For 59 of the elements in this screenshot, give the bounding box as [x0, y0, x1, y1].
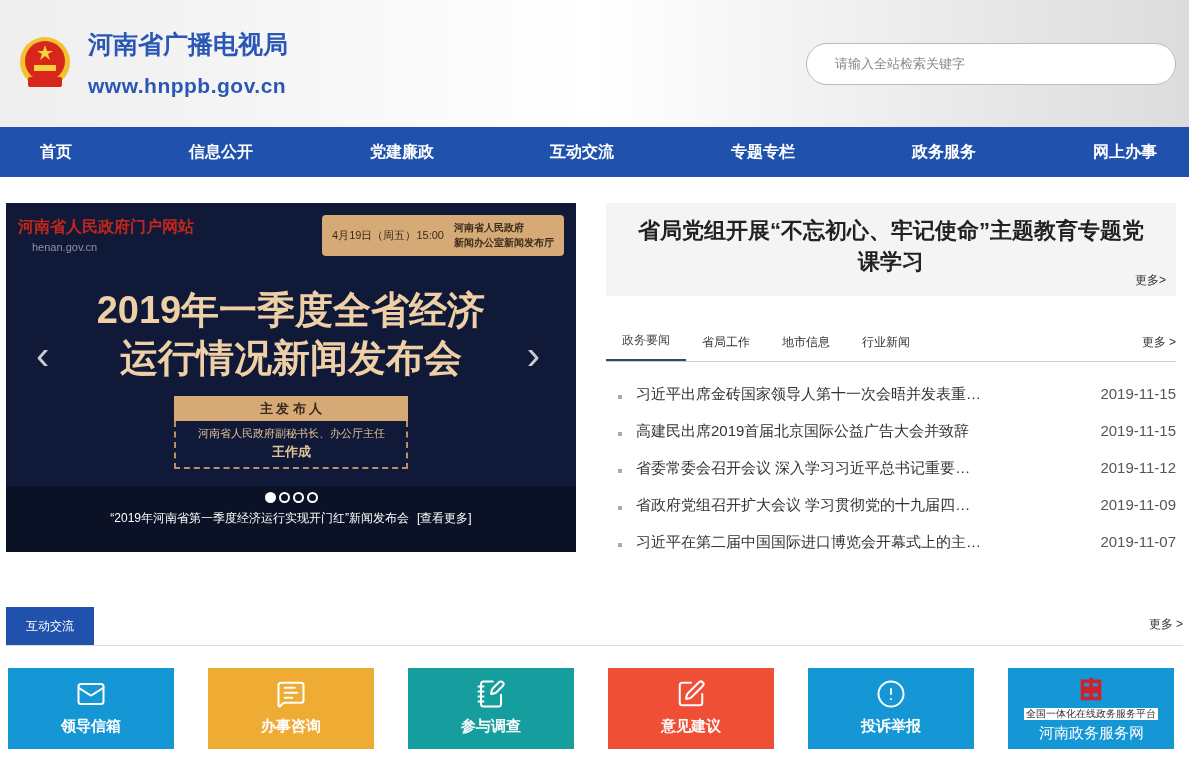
service-label: 领导信箱 [61, 716, 121, 737]
service-logo-icon [1079, 676, 1103, 702]
news-tab[interactable]: 行业新闻 [846, 333, 926, 361]
news-link[interactable]: 高建民出席2019首届北京国际公益广告大会并致辞 [636, 420, 970, 443]
news-tab[interactable]: 省局工作 [686, 333, 766, 361]
alert-icon [876, 679, 906, 710]
bullet-icon [618, 431, 622, 436]
news-link[interactable]: 省政府党组召开扩大会议 学习贯彻党的十九届四… [636, 494, 971, 517]
news-link[interactable]: 省委常委会召开会议 深入学习习近平总书记重要… [636, 457, 971, 480]
service-label: 投诉举报 [861, 716, 921, 737]
more-link[interactable]: 更多 > [1148, 615, 1183, 645]
nav-tab[interactable]: 网上办事 [1090, 140, 1159, 164]
more-link[interactable]: 更多 > [1141, 333, 1176, 361]
nav-tab[interactable]: 政务服务 [910, 140, 979, 164]
event-venue: 新闻办公室新闻发布厅 [454, 236, 554, 251]
news-date: 2019-11-15 [1100, 421, 1176, 442]
portal-url: henan.gov.cn [32, 240, 99, 255]
speaker-title: 河南省人民政府副秘书长、办公厅主任 [197, 426, 385, 441]
bullet-icon [618, 468, 622, 473]
site-url: www.hnppb.gov.cn [88, 72, 288, 99]
nav-tab[interactable]: 专题专栏 [729, 140, 798, 164]
bullet-icon [618, 505, 622, 510]
search-field[interactable]: 请输入全站检索关键字 [806, 42, 1176, 85]
feature-title: 省局党组开展“不忘初心、牢记使命”主题教育专题党课学习 [637, 217, 1145, 275]
more-link[interactable]: 更多> [1135, 273, 1166, 287]
nav-tab[interactable]: 首页 [38, 140, 74, 164]
service-label: 参与调查 [461, 716, 521, 737]
slide-headline: 运行情况新闻发布会 [120, 335, 462, 381]
nav-tab[interactable]: 党建廉政 [367, 140, 436, 164]
speaker-name: 王作成 [271, 442, 311, 461]
chat-icon [276, 679, 306, 710]
slide-caption: “2019年河南省第一季度经济运行实现开门红”新闻发布会 [110, 510, 409, 527]
speaker-label: 主 发 布 人 [174, 395, 408, 421]
news-link[interactable]: 习近平出席金砖国家领导人第十一次会晤并发表重… [636, 383, 981, 406]
service-sublabel: 全国一体化在线政务服务平台 [1024, 708, 1158, 720]
service-tile[interactable]: 全国一体化在线政务服务平台 河南政务服务网 [1008, 668, 1174, 749]
news-date: 2019-11-12 [1100, 458, 1176, 479]
bullet-icon [618, 394, 622, 399]
section-title: 互动交流 [6, 607, 94, 645]
news-tab[interactable]: 政务要闻 [606, 331, 686, 361]
view-more-link[interactable]: [查看更多] [417, 509, 472, 527]
event-venue: 河南省人民政府 [454, 221, 525, 236]
slide-headline: 2019年一季度全省经济 [96, 287, 486, 333]
bullet-icon [618, 542, 622, 547]
portal-name: 河南省人民政府门户网站 [18, 217, 194, 237]
news-date: 2019-11-09 [1100, 495, 1176, 516]
service-tile[interactable]: 意见建议 [608, 668, 774, 749]
service-label: 办事咨询 [261, 716, 321, 737]
news-date: 2019-11-15 [1100, 384, 1176, 405]
news-link[interactable]: 习近平在第二届中国国际进口博览会开幕式上的主… [636, 531, 981, 554]
news-date: 2019-11-07 [1100, 532, 1176, 553]
form-icon [476, 679, 506, 710]
nav-tab[interactable]: 互动交流 [548, 140, 617, 164]
nav-tab[interactable]: 信息公开 [186, 140, 255, 164]
event-date: 4月19日（周五）15:00 [332, 228, 444, 243]
news-tab[interactable]: 地市信息 [766, 333, 846, 361]
site-name: 河南省广播电视局 [88, 29, 288, 61]
service-label: 河南政务服务网 [1038, 726, 1144, 741]
service-label: 意见建议 [661, 716, 721, 737]
